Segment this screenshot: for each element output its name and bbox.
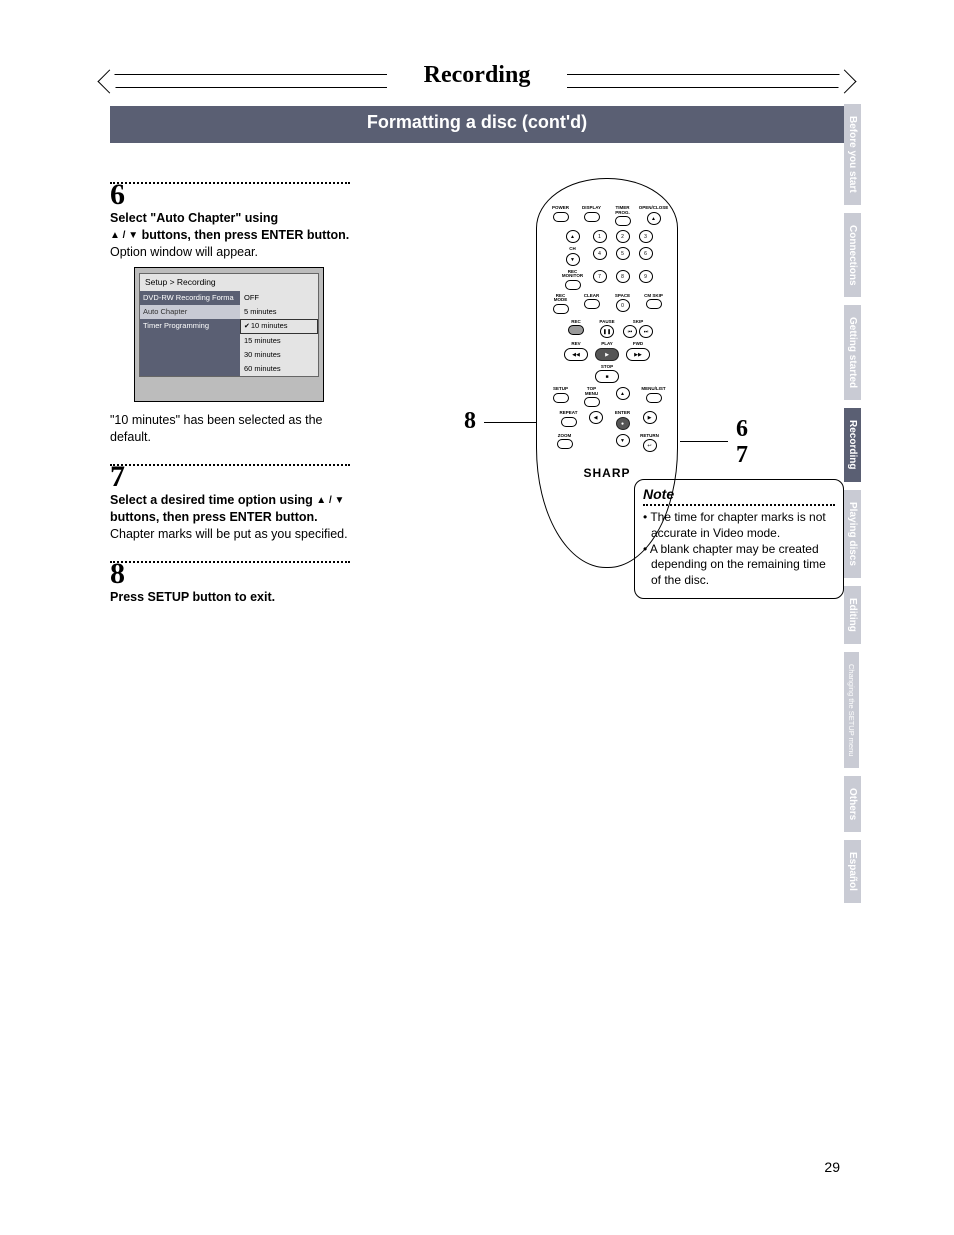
- pause-button: ❚❚: [600, 325, 614, 338]
- display-button: [584, 212, 600, 222]
- subtitle-bar: Formatting a disc (cont'd): [110, 106, 844, 143]
- rev-button: ◀◀: [564, 348, 588, 361]
- keypad-0: 0: [616, 299, 630, 312]
- callout-line: [680, 441, 728, 442]
- step-6-body: Select "Auto Chapter" using ▲ / ▼ button…: [110, 210, 350, 446]
- menulist-button: [646, 393, 662, 403]
- stop-button: ■: [595, 370, 619, 383]
- return-button: ↩: [643, 439, 657, 452]
- instruction-column: 6 Select "Auto Chapter" using ▲ / ▼ butt…: [110, 178, 350, 623]
- keypad-2: 2: [616, 230, 630, 243]
- note-title: Note: [643, 486, 835, 502]
- fwd-button: ▶▶: [626, 348, 650, 361]
- up-down-arrow-icon: ▲ / ▼: [316, 494, 344, 508]
- note-box: Note • The time for chapter marks is not…: [634, 479, 844, 599]
- osd-option: OFF: [240, 291, 318, 305]
- rec-monitor-button: [565, 280, 581, 290]
- osd-menu-item: Auto Chapter: [140, 305, 240, 319]
- step-8-body: Press SETUP button to exit.: [110, 589, 350, 606]
- keypad-8: 8: [616, 270, 630, 283]
- page-title: Recording: [387, 62, 567, 89]
- divider: [643, 504, 835, 506]
- keypad-7: 7: [593, 270, 607, 283]
- power-button: [553, 212, 569, 222]
- rec-button: [568, 325, 584, 335]
- section-tabs: Before you start Connections Getting sta…: [844, 104, 866, 911]
- recmode-button: [553, 304, 569, 314]
- tab-playing-discs: Playing discs: [844, 490, 861, 578]
- check-icon: ✔: [244, 323, 250, 330]
- repeat-button: [561, 417, 577, 427]
- play-button: ▶: [595, 348, 619, 361]
- callout-line: [484, 422, 536, 423]
- osd-option: 5 minutes: [240, 305, 318, 319]
- osd-breadcrumb: Setup > Recording: [140, 274, 318, 291]
- chevron-left-icon: [110, 74, 154, 88]
- topmenu-button: [584, 397, 600, 407]
- callout-7: 7: [736, 442, 748, 469]
- callout-6: 6: [736, 416, 748, 443]
- tab-editing: Editing: [844, 586, 861, 644]
- nav-left-button: ◀: [589, 411, 603, 424]
- enter-button: ●: [616, 417, 630, 430]
- osd-option: 60 minutes: [240, 362, 318, 376]
- tab-recording: Recording: [844, 408, 861, 481]
- remote-column: 8 6 7 POWER DISPLAY TIMER PROG. OPEN/CLO…: [370, 178, 844, 623]
- tab-setup-menu: Changing the SETUP menu: [844, 652, 859, 768]
- nav-right-button: ▶: [643, 411, 657, 424]
- step-7-body: Select a desired time option using ▲ / ▼…: [110, 492, 350, 543]
- ch-up-button: ▲: [566, 230, 580, 243]
- brand-logo: SHARP: [537, 466, 677, 480]
- keypad-6: 6: [639, 247, 653, 260]
- up-down-arrow-icon: ▲ / ▼: [110, 229, 138, 243]
- tab-connections: Connections: [844, 213, 861, 298]
- note-item: • A blank chapter may be created dependi…: [643, 542, 835, 589]
- keypad-5: 5: [616, 247, 630, 260]
- setup-button: [553, 393, 569, 403]
- tab-before-you-start: Before you start: [844, 104, 861, 205]
- osd-option-selected: ✔10 minutes: [240, 319, 318, 333]
- osd-menu-item: Timer Programming: [140, 319, 240, 333]
- keypad-4: 4: [593, 247, 607, 260]
- keypad-3: 3: [639, 230, 653, 243]
- tab-espanol: Español: [844, 840, 861, 903]
- tab-getting-started: Getting started: [844, 305, 861, 400]
- clear-button: [584, 299, 600, 309]
- osd-screenshot: Setup > Recording DVD-RW Recording Forma…: [134, 267, 324, 403]
- step-number-7: 7: [110, 462, 350, 492]
- open-close-button: ▲: [647, 212, 661, 225]
- osd-option: 30 minutes: [240, 348, 318, 362]
- ch-down-button: ▼: [566, 253, 580, 266]
- nav-up-button: ▲: [616, 387, 630, 400]
- osd-option: 15 minutes: [240, 334, 318, 348]
- zoom-button: [557, 439, 573, 449]
- timer-button: [615, 216, 631, 226]
- osd-menu-item: DVD-RW Recording Forma: [140, 291, 240, 305]
- nav-down-button: ▼: [616, 434, 630, 447]
- step-number-6: 6: [110, 180, 350, 210]
- keypad-9: 9: [639, 270, 653, 283]
- tab-others: Others: [844, 776, 861, 832]
- cmskip-button: [646, 299, 662, 309]
- callout-8: 8: [464, 408, 476, 435]
- keypad-1: 1: [593, 230, 607, 243]
- note-item: • The time for chapter marks is not accu…: [643, 510, 835, 541]
- title-banner: Recording: [110, 60, 844, 100]
- skip-fwd-button: ⏭: [639, 325, 653, 338]
- page-number: 29: [824, 1159, 840, 1175]
- step-number-8: 8: [110, 559, 350, 589]
- chevron-right-icon: [800, 74, 844, 88]
- skip-back-button: ⏮: [623, 325, 637, 338]
